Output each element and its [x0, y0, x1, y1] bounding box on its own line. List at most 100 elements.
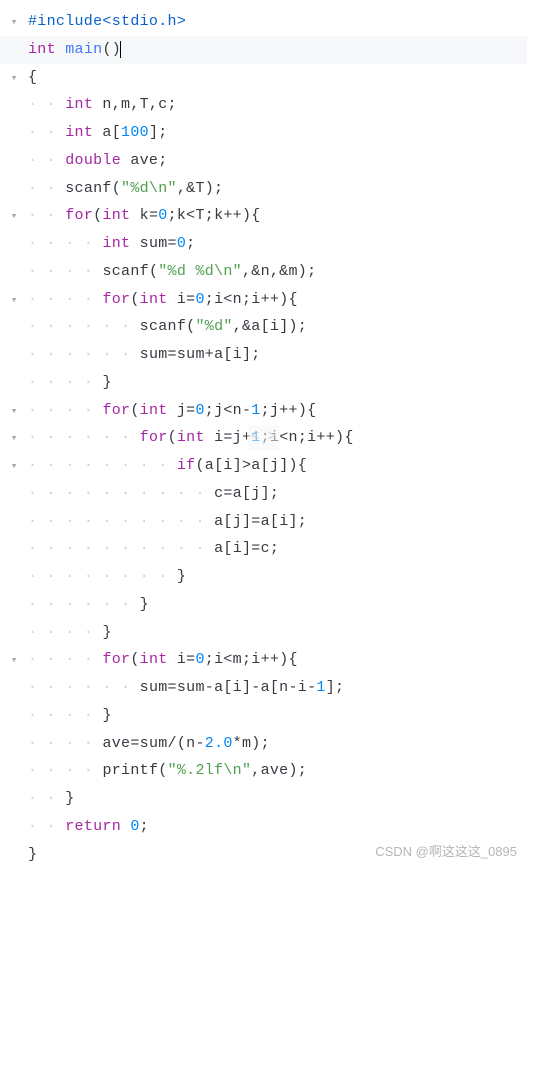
- token-typ: int: [177, 429, 205, 446]
- code-line[interactable]: · · · · scanf("%d %d\n",&n,&m);: [0, 258, 527, 286]
- token-id: ;: [140, 818, 149, 835]
- code-line[interactable]: ▾· · for(int k=0;k<T;k++){: [0, 202, 527, 230]
- code-content: · · int a[100];: [28, 119, 527, 147]
- fold-marker-icon[interactable]: ▾: [0, 651, 28, 671]
- token-num: 1: [251, 402, 260, 419]
- code-content: {: [28, 64, 527, 92]
- code-content: · · · · }: [28, 702, 527, 730]
- token-id: ;i<m;i++){: [205, 651, 298, 668]
- fold-marker-icon[interactable]: ▾: [0, 69, 28, 89]
- code-line[interactable]: · · int a[100];: [0, 119, 527, 147]
- token-num: 0: [158, 207, 167, 224]
- code-line[interactable]: · · · · }: [0, 619, 527, 647]
- code-content: · · · · · · sum=sum-a[i]-a[n-i-1];: [28, 674, 527, 702]
- token-id: ];: [149, 124, 168, 141]
- code-line[interactable]: ▾#include<stdio.h>: [0, 8, 527, 36]
- code-editor[interactable]: ▾#include<stdio.h>int main()▾{· · int n,…: [0, 8, 527, 868]
- code-line[interactable]: · · · · }: [0, 369, 527, 397]
- code-content: · · · · · · · · · · a[j]=a[i];: [28, 508, 527, 536]
- code-line[interactable]: }: [0, 841, 527, 869]
- code-line[interactable]: · · · · ave=sum/(n-2.0*m);: [0, 730, 527, 758]
- token-id: sum=sum-a[i]-a[n-i-: [140, 679, 317, 696]
- token-id: c=a[j];: [214, 485, 279, 502]
- token-id: (a[i]>a[j]){: [195, 457, 307, 474]
- token-id: a[i]=c;: [214, 540, 279, 557]
- token-op: [56, 41, 65, 58]
- fold-marker-icon[interactable]: ▾: [0, 429, 28, 449]
- token-op: }: [28, 846, 37, 863]
- code-line[interactable]: · · · · · · · · · · a[i]=c;: [0, 535, 527, 563]
- code-content: · · scanf("%d\n",&T);: [28, 175, 527, 203]
- code-line[interactable]: · · · · int sum=0;: [0, 230, 527, 258]
- code-line[interactable]: ▾· · · · for(int i=0;i<m;i++){: [0, 646, 527, 674]
- token-op: (: [130, 291, 139, 308]
- fold-marker-icon[interactable]: ▾: [0, 402, 28, 422]
- token-typ: int: [65, 124, 93, 141]
- code-content: · · int n,m,T,c;: [28, 91, 527, 119]
- code-line[interactable]: · · · · · · · · }: [0, 563, 527, 591]
- token-id: i=j+: [205, 429, 252, 446]
- token-id: ;k<T;k++){: [168, 207, 261, 224]
- code-line[interactable]: ▾· · · · for(int j=0;j<n-1;j++){: [0, 397, 527, 425]
- token-id: i=: [168, 651, 196, 668]
- token-id: ];: [326, 679, 345, 696]
- token-pp: #include: [28, 13, 102, 30]
- token-str: "%d %d\n": [158, 263, 242, 280]
- token-kw: for: [140, 429, 168, 446]
- code-content: }: [28, 841, 527, 869]
- token-num: 0: [177, 235, 186, 252]
- code-line[interactable]: ▾· · · · · · for(int i=j+1;i<n;i++){: [0, 424, 527, 452]
- code-line[interactable]: ▾· · · · for(int i=0;i<n;i++){: [0, 286, 527, 314]
- token-id: ;i<n;i++){: [261, 429, 354, 446]
- token-kw: return: [65, 818, 121, 835]
- token-num: 2.0: [205, 735, 233, 752]
- code-line[interactable]: · · · · · · sum=sum+a[i];: [0, 341, 527, 369]
- code-line[interactable]: · · int n,m,T,c;: [0, 91, 527, 119]
- token-typ: int: [65, 96, 93, 113]
- token-num: 0: [130, 818, 139, 835]
- code-line[interactable]: · · · · · · · · · · c=a[j];: [0, 480, 527, 508]
- fold-marker-icon[interactable]: ▾: [0, 207, 28, 227]
- code-line[interactable]: ▾· · · · · · · · if(a[i]>a[j]){: [0, 452, 527, 480]
- token-id: ,ave);: [251, 762, 307, 779]
- code-content: · · · · }: [28, 369, 527, 397]
- token-kw: for: [102, 291, 130, 308]
- code-content: · · }: [28, 785, 527, 813]
- token-kw: for: [102, 651, 130, 668]
- token-op: (): [102, 41, 121, 58]
- token-num: 100: [121, 124, 149, 141]
- code-line[interactable]: int main(): [0, 36, 527, 64]
- code-line[interactable]: · · · · · · scanf("%d",&a[i]);: [0, 313, 527, 341]
- code-line[interactable]: · · return 0;: [0, 813, 527, 841]
- fold-marker-icon[interactable]: ▾: [0, 291, 28, 311]
- code-line[interactable]: · · · · printf("%.2lf\n",ave);: [0, 757, 527, 785]
- code-content: · · · · · · · · if(a[i]>a[j]){: [28, 452, 527, 480]
- code-line[interactable]: · · · · · · }: [0, 591, 527, 619]
- code-content: · · · · · · for(int i=j+1;i<n;i++){: [28, 424, 527, 452]
- token-id: k=: [130, 207, 158, 224]
- token-typ: int: [102, 235, 130, 252]
- code-content: · · for(int k=0;k<T;k++){: [28, 202, 527, 230]
- code-content: · · · · }: [28, 619, 527, 647]
- code-line[interactable]: · · · · · · sum=sum-a[i]-a[n-i-1];: [0, 674, 527, 702]
- code-line[interactable]: · · · · · · · · · · a[j]=a[i];: [0, 508, 527, 536]
- token-fn: main: [65, 41, 102, 58]
- code-line[interactable]: · · · · }: [0, 702, 527, 730]
- token-op: }: [140, 596, 149, 613]
- code-content: #include<stdio.h>: [28, 8, 527, 36]
- code-line[interactable]: · · double ave;: [0, 147, 527, 175]
- token-str: "%d": [195, 318, 232, 335]
- token-kw: for: [65, 207, 93, 224]
- token-num: 1: [316, 679, 325, 696]
- fold-marker-icon[interactable]: ▾: [0, 13, 28, 33]
- token-op: (: [130, 402, 139, 419]
- code-line[interactable]: · · scanf("%d\n",&T);: [0, 175, 527, 203]
- token-id: ave;: [121, 152, 168, 169]
- code-content: · · · · · · }: [28, 591, 527, 619]
- token-id: scanf(: [102, 263, 158, 280]
- code-line[interactable]: · · }: [0, 785, 527, 813]
- token-num: 0: [195, 651, 204, 668]
- token-id: printf(: [102, 762, 167, 779]
- fold-marker-icon[interactable]: ▾: [0, 457, 28, 477]
- code-line[interactable]: ▾{: [0, 64, 527, 92]
